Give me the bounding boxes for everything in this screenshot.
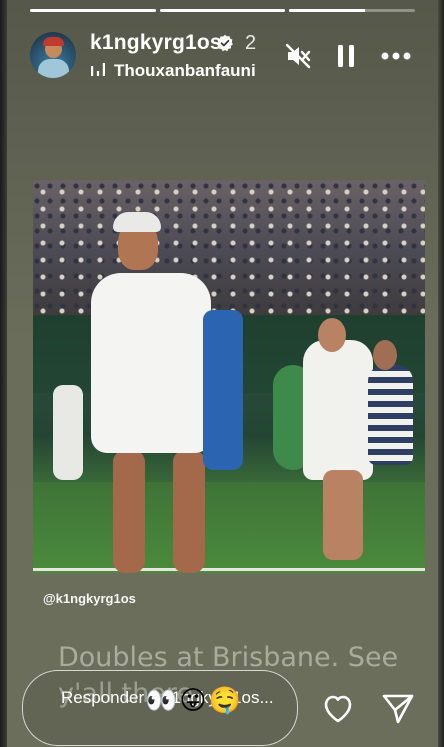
left-edge — [0, 0, 7, 747]
mute-button[interactable] — [282, 40, 314, 72]
time-ago: 2 — [245, 32, 257, 54]
heart-icon[interactable] — [320, 690, 356, 726]
avatar-shirt — [38, 59, 69, 78]
music-bars-icon — [91, 63, 105, 76]
right-edge — [438, 0, 444, 747]
avatar-cap — [43, 37, 64, 46]
username[interactable]: k1ngkyrg1os — [90, 31, 222, 55]
photo-main-player-body — [91, 273, 211, 453]
more-icon — [381, 52, 411, 60]
photo-player-3-head — [373, 340, 397, 370]
photo-grass — [33, 482, 425, 573]
progress-segment-3 — [289, 9, 416, 12]
pause-icon — [338, 45, 354, 67]
photo-main-player-leg-left — [113, 450, 145, 573]
photo-baseline — [33, 568, 425, 571]
story-photo[interactable] — [33, 180, 425, 573]
photo-player-2 — [303, 340, 373, 480]
progress-fill-2 — [159, 9, 286, 12]
photo-main-player-leg-right — [173, 450, 205, 573]
mute-icon — [285, 43, 311, 69]
mention-sticker[interactable]: @k1ngkyrg1os — [43, 591, 136, 606]
progress-segment-1 — [30, 9, 156, 12]
avatar[interactable] — [30, 32, 76, 78]
progress-segment-2 — [159, 9, 286, 12]
reply-input[interactable]: Responder a k1ngkyrg1os... 👀😛🤤 — [22, 670, 298, 746]
verified-badge-icon — [217, 34, 233, 52]
progress-fill-3 — [289, 9, 365, 12]
send-icon[interactable] — [380, 690, 416, 726]
photo-umpire — [53, 385, 83, 480]
photo-main-player-bag — [203, 310, 243, 470]
more-options-button[interactable] — [380, 40, 412, 72]
photo-player-2-legs — [323, 470, 363, 560]
photo-player-2-head — [318, 318, 346, 352]
reply-emojis: 👀😛🤤 — [145, 685, 243, 715]
story-header: k1ngkyrg1os 2 Thouxanbanfauni — [30, 28, 420, 82]
photo-player-3 — [368, 365, 413, 465]
photo-main-player-cap — [113, 212, 161, 232]
progress-fill-1 — [30, 9, 156, 12]
music-label[interactable]: Thouxanbanfauni — [114, 61, 256, 81]
story-progress — [30, 9, 416, 12]
story-viewer[interactable]: k1ngkyrg1os 2 Thouxanbanfauni @k1ngkyrg1… — [0, 0, 444, 747]
pause-button[interactable] — [330, 40, 362, 72]
